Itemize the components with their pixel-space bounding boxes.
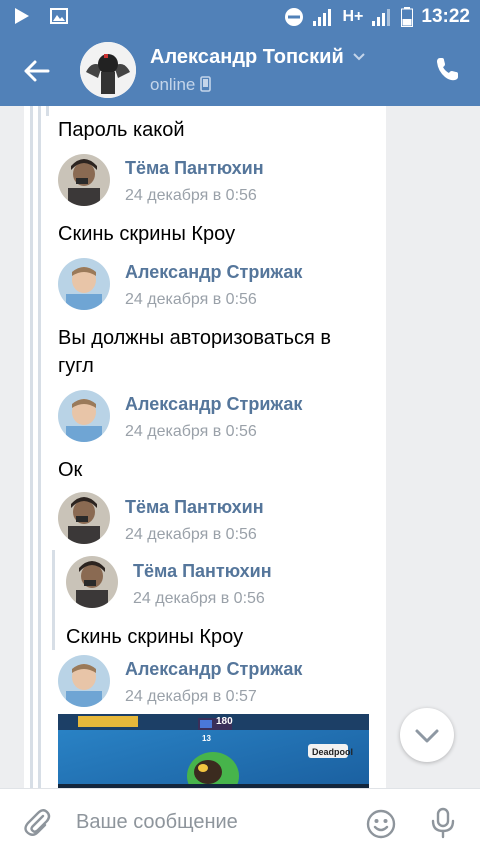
back-arrow-icon[interactable]: [22, 56, 52, 86]
photo-label: Deadpool: [312, 747, 354, 757]
call-icon[interactable]: [434, 56, 460, 82]
message-text: гугл: [58, 355, 94, 377]
forward-date: 24 декабря в 0:56: [125, 291, 257, 308]
avatar[interactable]: [58, 655, 110, 707]
message-text: Скинь скрины Кроу: [58, 223, 236, 245]
dnd-icon: [285, 8, 304, 26]
avatar[interactable]: [58, 492, 110, 544]
forward-author[interactable]: Александр Стрижак: [125, 394, 302, 415]
forward-author[interactable]: Александр Стрижак: [125, 262, 302, 283]
play-icon: [15, 8, 29, 24]
emoji-icon[interactable]: [366, 809, 396, 839]
avatar[interactable]: [58, 258, 110, 310]
forward-author[interactable]: Тёма Пантюхин: [133, 561, 272, 582]
microphone-icon[interactable]: [430, 807, 456, 839]
battery-icon: [401, 7, 414, 27]
attach-icon[interactable]: [22, 807, 52, 837]
message-text: Пароль какой: [58, 119, 185, 141]
avatar[interactable]: [58, 390, 110, 442]
forward-stripe: [38, 106, 41, 788]
status-bar: H+ 13:22: [0, 0, 480, 34]
composer: [0, 788, 480, 854]
contact-name[interactable]: Александр Топский: [150, 46, 344, 69]
forward-author[interactable]: Александр Стрижак: [125, 659, 302, 680]
message-list[interactable]: Пароль какой Тёма Пантюхин 24 декабря в …: [0, 106, 480, 788]
message-text: Скинь скрины Кроу: [66, 626, 244, 648]
avatar[interactable]: [58, 154, 110, 206]
phone-icon: [200, 76, 211, 92]
chevron-down-icon: [415, 729, 439, 743]
network-type-label: H+: [342, 8, 364, 25]
message-input[interactable]: [76, 805, 346, 839]
chat-header: Александр Топский online: [0, 34, 480, 106]
scroll-down-button[interactable]: [400, 708, 454, 762]
avatar[interactable]: [80, 42, 136, 98]
forward-stripe: [46, 106, 49, 116]
forward-date: 24 декабря в 0:56: [125, 526, 257, 543]
avatar[interactable]: [66, 556, 118, 608]
forward-date: 24 декабря в 0:56: [133, 590, 265, 607]
photo-label: 13: [202, 734, 211, 743]
forward-date: 24 декабря в 0:56: [125, 423, 257, 440]
forward-stripe: [30, 106, 33, 788]
contact-status: online: [150, 75, 196, 94]
forward-stripe: [52, 550, 55, 650]
image-icon: [50, 8, 68, 24]
message-text: Вы должны авторизоваться в: [58, 327, 332, 349]
status-time: 13:22: [421, 6, 470, 27]
forward-author[interactable]: Тёма Пантюхин: [125, 158, 264, 179]
forward-date: 24 декабря в 0:57: [125, 688, 257, 705]
chevron-down-icon[interactable]: [352, 50, 366, 64]
photo-label: 180: [216, 716, 233, 727]
message-text: Ок: [58, 459, 83, 481]
signal-icon: [372, 9, 391, 26]
forward-date: 24 декабря в 0:56: [125, 187, 257, 204]
forward-author[interactable]: Тёма Пантюхин: [125, 497, 264, 518]
photo-attachment[interactable]: 180 Deadpool 13: [58, 714, 369, 788]
signal-icon: [313, 9, 332, 26]
